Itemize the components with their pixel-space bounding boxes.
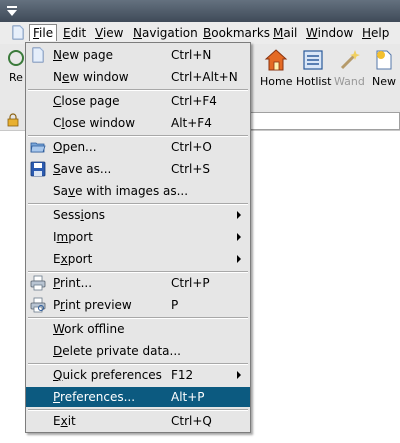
hotlist-button[interactable]: Hotlist — [296, 48, 332, 88]
printer-icon — [30, 275, 46, 291]
menu-item-label: Save as... — [53, 162, 112, 176]
submenu-arrow-icon — [237, 371, 241, 379]
menu-item-shortcut: Ctrl+N — [171, 48, 212, 62]
new-page-icon — [376, 50, 392, 70]
menu-item-import[interactable]: Import — [26, 227, 250, 247]
menu-navigation[interactable]: Navigation — [132, 25, 199, 41]
menu-item-label: New page — [53, 48, 113, 62]
menu-mail[interactable]: Mail — [272, 25, 298, 41]
home-icon — [264, 49, 288, 71]
menu-item-close-window[interactable]: Close window Alt+F4 — [26, 113, 250, 133]
window-menu-icon[interactable] — [6, 5, 18, 17]
print-preview-icon — [30, 297, 46, 313]
menu-item-label: Print... — [53, 276, 93, 290]
reload-icon — [8, 50, 24, 66]
wand-label: Wand — [334, 75, 365, 88]
page-icon — [12, 25, 24, 40]
menu-item-shortcut: Ctrl+O — [171, 140, 212, 154]
menu-item-sessions[interactable]: Sessions — [26, 205, 250, 225]
menu-edit[interactable]: Edit — [62, 25, 87, 41]
submenu-arrow-icon — [237, 255, 241, 263]
menu-help[interactable]: Help — [361, 25, 390, 41]
menu-file[interactable]: File — [29, 24, 58, 41]
menu-item-label: New window — [53, 70, 129, 84]
submenu-arrow-icon — [237, 211, 241, 219]
menu-item-close-page[interactable]: Close page Ctrl+F4 — [26, 91, 250, 111]
menu-item-save-with-images[interactable]: Save with images as... — [26, 181, 250, 201]
menu-bookmarks[interactable]: Bookmarks — [202, 25, 271, 41]
menu-item-export[interactable]: Export — [26, 249, 250, 269]
reload-button[interactable]: Re — [6, 48, 26, 84]
menu-item-shortcut: Ctrl+F4 — [171, 94, 217, 108]
menu-item-label: Open... — [53, 140, 97, 154]
new-label: New — [372, 75, 396, 88]
menu-item-label: Export — [53, 252, 93, 266]
menu-window[interactable]: Window — [305, 25, 354, 41]
menu-item-new-window[interactable]: New window Ctrl+Alt+N — [26, 67, 250, 87]
open-folder-icon — [30, 142, 46, 153]
menu-item-new-page[interactable]: New page Ctrl+N — [26, 45, 250, 65]
menu-item-label: Close page — [53, 94, 120, 108]
menu-item-shortcut: F12 — [171, 368, 194, 382]
menu-item-exit[interactable]: Exit Ctrl+Q — [26, 411, 250, 431]
new-page-icon — [32, 47, 44, 63]
new-button[interactable]: New — [370, 48, 398, 88]
lock-icon — [7, 113, 19, 127]
menu-item-work-offline[interactable]: Work offline — [26, 319, 250, 339]
menu-view[interactable]: View — [94, 25, 124, 41]
menu-item-quick-preferences[interactable]: Quick preferences F12 — [26, 365, 250, 385]
home-label: Home — [260, 75, 293, 88]
menu-item-shortcut: Ctrl+P — [171, 276, 210, 290]
menu-item-label: Delete private data... — [53, 344, 181, 358]
menu-item-label: Work offline — [53, 322, 125, 336]
menu-item-label: Close window — [53, 116, 136, 130]
menu-item-shortcut: Ctrl+Q — [171, 414, 212, 428]
home-button[interactable]: Home — [260, 48, 292, 88]
wand-button[interactable]: Wand — [334, 48, 365, 88]
hotlist-icon — [303, 50, 323, 70]
menu-item-label: Preferences... — [53, 390, 136, 404]
window-title-bar — [0, 0, 400, 22]
menu-item-shortcut: Ctrl+Alt+N — [171, 70, 238, 84]
address-field[interactable] — [248, 112, 400, 130]
reload-label: Re — [9, 71, 23, 84]
menu-item-shortcut: Ctrl+S — [171, 162, 211, 176]
submenu-arrow-icon — [237, 233, 241, 241]
menu-item-label: Import — [53, 230, 93, 244]
menu-item-preferences[interactable]: Preferences... Alt+P — [26, 387, 250, 407]
file-menu: New page Ctrl+N New window Ctrl+Alt+N Cl… — [25, 42, 251, 433]
menu-item-label: Sessions — [53, 208, 106, 222]
menu-item-label: Print preview — [53, 298, 132, 312]
menu-item-label: Save with images as... — [53, 184, 189, 198]
menu-item-label: Quick preferences — [53, 368, 162, 382]
menu-item-shortcut: Alt+F4 — [171, 116, 212, 130]
hotlist-label: Hotlist — [296, 75, 332, 88]
save-icon — [30, 161, 46, 177]
menu-item-open[interactable]: Open... Ctrl+O — [26, 137, 250, 157]
menu-item-save-as[interactable]: Save as... Ctrl+S — [26, 159, 250, 179]
menu-item-shortcut: Alt+P — [171, 390, 205, 404]
wand-icon — [340, 50, 360, 70]
menu-item-print[interactable]: Print... Ctrl+P — [26, 273, 250, 293]
menu-item-print-preview[interactable]: Print preview P — [26, 295, 250, 315]
menu-item-label: Exit — [53, 414, 76, 428]
menu-item-shortcut: P — [171, 298, 179, 312]
menu-item-delete-private-data[interactable]: Delete private data... — [26, 341, 250, 361]
